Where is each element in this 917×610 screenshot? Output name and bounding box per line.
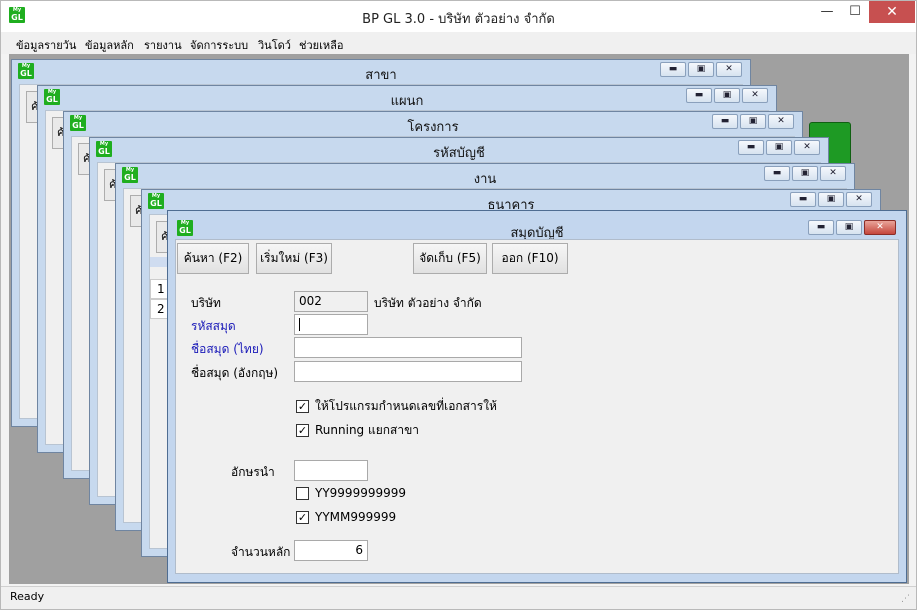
format2-checkbox[interactable]: ✓ [296, 510, 309, 524]
running-branch-checkbox-row[interactable]: ✓ Running แยกสาขา [296, 421, 419, 440]
name-th-input[interactable] [294, 337, 522, 358]
auto-doc-checkbox-row[interactable]: ✓ ให้โปรแกรมกำหนดเลขที่เอกสารให้ [296, 397, 497, 416]
menu-help[interactable]: ช่วยเหลือ [299, 36, 343, 54]
close-icon[interactable]: ✕ [794, 140, 820, 155]
format2-checkbox-row[interactable]: ✓ YYMM999999 [296, 510, 396, 524]
menu-system[interactable]: จัดการระบบ [190, 36, 248, 54]
running-branch-checkbox[interactable]: ✓ [296, 424, 309, 437]
company-label: บริษัท [191, 296, 221, 310]
maximize-icon[interactable]: ▣ [792, 166, 818, 181]
company-name: บริษัท ตัวอย่าง จำกัด [374, 296, 482, 310]
window-title: โครงการ [407, 120, 459, 135]
name-en-label: ชื่อสมุด (อังกฤษ) [191, 366, 279, 380]
minimize-icon[interactable]: ▬ [660, 62, 686, 77]
minimize-icon[interactable]: — [813, 1, 841, 23]
close-icon[interactable]: ✕ [716, 62, 742, 77]
search-button[interactable]: ค้นหา (F2) [177, 243, 249, 274]
digits-label: จำนวนหลัก [231, 545, 291, 559]
name-en-input[interactable] [294, 361, 522, 382]
auto-doc-label: ให้โปรแกรมกำหนดเลขที่เอกสารให้ [315, 399, 497, 413]
minimize-icon[interactable]: ▬ [686, 88, 712, 103]
close-icon[interactable]: ✕ [742, 88, 768, 103]
maximize-icon[interactable]: ▣ [818, 192, 844, 207]
close-icon[interactable]: ✕ [846, 192, 872, 207]
exit-button[interactable]: ออก (F10) [492, 243, 568, 274]
status-text: Ready [10, 590, 45, 603]
maximize-icon[interactable]: ▣ [836, 220, 862, 235]
running-branch-label: Running แยกสาขา [315, 423, 420, 437]
name-th-label: ชื่อสมุด (ไทย) [191, 342, 264, 356]
status-bar: Ready ⋰ [1, 586, 916, 609]
window-title: แผนก [390, 94, 424, 109]
format1-checkbox-row[interactable]: YY9999999999 [296, 486, 406, 500]
digits-input[interactable]: 6 [294, 540, 368, 561]
close-icon[interactable]: ✕ [768, 114, 794, 129]
format2-label: YYMM999999 [315, 510, 397, 524]
window-title: สาขา [365, 68, 397, 83]
auto-doc-checkbox[interactable]: ✓ [296, 400, 309, 413]
close-icon[interactable]: ✕ [820, 166, 846, 181]
dialog-account-book[interactable]: My GL สมุดบัญชี ▬ ▣ ✕ ค้นหา (F2) เริ่มใหม… [167, 210, 907, 583]
menu-reports[interactable]: รายงาน [144, 36, 182, 54]
menu-daily[interactable]: ข้อมูลรายวัน [16, 36, 76, 54]
close-icon[interactable]: ✕ [869, 1, 915, 23]
save-button[interactable]: จัดเก็บ (F5) [413, 243, 487, 274]
book-code-label: รหัสสมุด [191, 319, 236, 333]
maximize-icon[interactable]: ▣ [688, 62, 714, 77]
maximize-icon[interactable]: ▣ [766, 140, 792, 155]
company-code-field: 002 [294, 291, 368, 312]
menu-window[interactable]: วินโดว์ [258, 36, 291, 54]
menu-bar: ข้อมูลรายวัน ข้อมูลหลัก รายงาน จัดการระบ… [1, 32, 916, 54]
menu-master[interactable]: ข้อมูลหลัก [85, 36, 134, 54]
minimize-icon[interactable]: ▬ [808, 220, 834, 235]
minimize-icon[interactable]: ▬ [764, 166, 790, 181]
prefix-label: อักษรนำ [231, 465, 275, 479]
maximize-icon[interactable]: ▣ [740, 114, 766, 129]
minimize-icon[interactable]: ▬ [790, 192, 816, 207]
minimize-icon[interactable]: ▬ [738, 140, 764, 155]
maximize-icon[interactable]: ▣ [714, 88, 740, 103]
book-code-input[interactable] [294, 314, 368, 335]
dialog-body: ค้นหา (F2) เริ่มใหม่ (F3) จัดเก็บ (F5) อ… [175, 239, 899, 574]
format1-label: YY9999999999 [315, 486, 407, 500]
close-icon[interactable]: ✕ [864, 220, 896, 235]
maximize-icon[interactable]: ☐ [841, 1, 869, 23]
new-button[interactable]: เริ่มใหม่ (F3) [256, 243, 332, 274]
minimize-icon[interactable]: ▬ [712, 114, 738, 129]
mdi-workspace: My GL สาขา ▬ ▣ ✕ ค้ My GL แผนก ▬ ▣ ✕ ค้ My GL โ… [9, 54, 909, 584]
format1-checkbox[interactable] [296, 486, 309, 500]
app-title: BP GL 3.0 - บริษัท ตัวอย่าง จำกัด [362, 12, 555, 27]
window-title: งาน [473, 172, 497, 187]
title-bar[interactable]: My GL BP GL 3.0 - บริษัท ตัวอย่าง จำกัด … [1, 1, 916, 32]
window-title: รหัสบัญชี [433, 146, 485, 161]
prefix-input[interactable] [294, 460, 368, 481]
app-window: My GL BP GL 3.0 - บริษัท ตัวอย่าง จำกัด … [0, 0, 917, 610]
resize-grip-icon[interactable]: ⋰ [901, 594, 910, 604]
text-cursor [299, 318, 300, 331]
